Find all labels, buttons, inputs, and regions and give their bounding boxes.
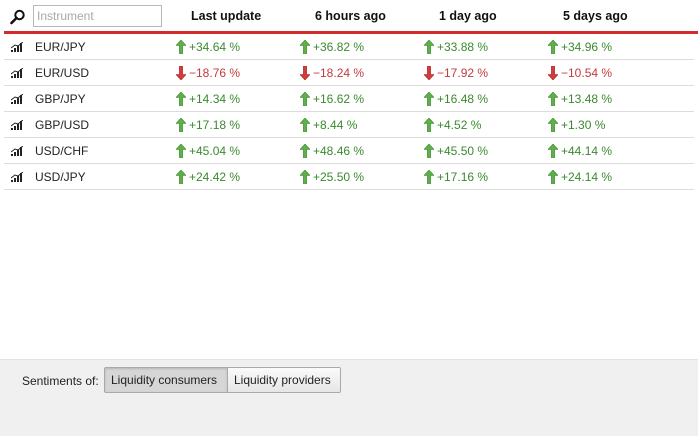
- arrow-up-icon: [176, 144, 186, 158]
- sentiment-value: +13.48 %: [561, 92, 613, 106]
- arrow-up-icon: [176, 92, 186, 106]
- arrow-up-icon: [424, 118, 434, 132]
- column-header-1-day-ago[interactable]: 1 day ago: [439, 9, 497, 23]
- chart-bars-icon[interactable]: [11, 120, 23, 130]
- arrow-up-icon: [176, 118, 186, 132]
- column-header-last-update[interactable]: Last update: [191, 9, 261, 23]
- sentiment-value: +16.62 %: [313, 92, 365, 106]
- arrow-up-icon: [424, 92, 434, 106]
- sentiment-value: +17.18 %: [189, 118, 241, 132]
- arrow-up-icon: [300, 118, 310, 132]
- arrow-up-icon: [300, 40, 310, 54]
- sentiment-value: −17.92 %: [437, 66, 489, 80]
- chart-bars-icon[interactable]: [11, 172, 23, 182]
- arrow-up-icon: [424, 40, 434, 54]
- sentiment-value: +24.14 %: [561, 170, 613, 184]
- arrow-up-icon: [424, 144, 434, 158]
- arrow-up-icon: [176, 40, 186, 54]
- chart-bars-icon[interactable]: [11, 94, 23, 104]
- column-header-5-days-ago[interactable]: 5 days ago: [563, 9, 628, 23]
- column-header-6-hours-ago[interactable]: 6 hours ago: [315, 9, 386, 23]
- sentiment-value: +33.88 %: [437, 40, 489, 54]
- arrow-up-icon: [300, 144, 310, 158]
- instrument-name: EUR/JPY: [35, 40, 86, 54]
- arrow-up-icon: [300, 92, 310, 106]
- sentiment-value: −18.76 %: [189, 66, 241, 80]
- sentiment-table-body: EUR/JPY +34.64 % +36.82 % +33.88 % +34.96 % E…: [4, 34, 694, 190]
- table-header: Last update 6 hours ago 1 day ago 5 days…: [0, 0, 698, 34]
- sentiment-value: +1.30 %: [561, 118, 606, 132]
- arrow-up-icon: [548, 144, 558, 158]
- instrument-name: EUR/USD: [35, 66, 90, 80]
- table-row[interactable]: GBP/JPY +14.34 % +16.62 % +16.48 % +13.48 %: [4, 86, 694, 112]
- arrow-down-icon: [176, 66, 186, 80]
- sentiment-value: +34.64 %: [189, 40, 241, 54]
- search-icon[interactable]: [10, 9, 26, 25]
- arrow-up-icon: [548, 40, 558, 54]
- sentiments-label: Sentiments of:: [22, 374, 99, 388]
- instrument-name: GBP/USD: [35, 118, 90, 132]
- arrow-up-icon: [548, 170, 558, 184]
- sentiment-value: +24.42 %: [189, 170, 241, 184]
- footer-panel: Sentiments of: Liquidity consumers Liqui…: [0, 359, 698, 436]
- sentiment-value: +36.82 %: [313, 40, 365, 54]
- sentiment-value: −18.24 %: [313, 66, 365, 80]
- sentiment-value: +16.48 %: [437, 92, 489, 106]
- arrow-up-icon: [548, 92, 558, 106]
- sentiment-value: −10.54 %: [561, 66, 613, 80]
- instrument-name: USD/JPY: [35, 170, 86, 184]
- liquidity-consumers-button[interactable]: Liquidity consumers: [104, 367, 228, 393]
- arrow-up-icon: [424, 170, 434, 184]
- sentiment-value: +45.04 %: [189, 144, 241, 158]
- table-row[interactable]: USD/JPY +24.42 % +25.50 % +17.16 % +24.14 %: [4, 164, 694, 190]
- table-row[interactable]: USD/CHF +45.04 % +48.46 % +45.50 % +44.14 %: [4, 138, 694, 164]
- liquidity-providers-button[interactable]: Liquidity providers: [227, 367, 341, 393]
- sentiment-value: +45.50 %: [437, 144, 489, 158]
- arrow-up-icon: [300, 170, 310, 184]
- sentiment-value: +17.16 %: [437, 170, 489, 184]
- instrument-name: GBP/JPY: [35, 92, 86, 106]
- arrow-down-icon: [424, 66, 434, 80]
- arrow-up-icon: [176, 170, 186, 184]
- chart-bars-icon[interactable]: [11, 146, 23, 156]
- arrow-down-icon: [548, 66, 558, 80]
- arrow-up-icon: [548, 118, 558, 132]
- table-row[interactable]: EUR/JPY +34.64 % +36.82 % +33.88 % +34.96 %: [4, 34, 694, 60]
- sentiment-value: +44.14 %: [561, 144, 613, 158]
- sentiment-value: +8.44 %: [313, 118, 358, 132]
- chart-bars-icon[interactable]: [11, 68, 23, 78]
- sentiment-value: +48.46 %: [313, 144, 365, 158]
- chart-bars-icon[interactable]: [11, 42, 23, 52]
- instrument-name: USD/CHF: [35, 144, 89, 158]
- sentiment-value: +25.50 %: [313, 170, 365, 184]
- instrument-search-input[interactable]: [33, 5, 162, 27]
- arrow-down-icon: [300, 66, 310, 80]
- table-row[interactable]: EUR/USD −18.76 % −18.24 % −17.92 % −10.54 %: [4, 60, 694, 86]
- sentiment-value: +14.34 %: [189, 92, 241, 106]
- sentiment-value: +34.96 %: [561, 40, 613, 54]
- sentiment-value: +4.52 %: [437, 118, 482, 132]
- table-row[interactable]: GBP/USD +17.18 % +8.44 % +4.52 % +1.30 %: [4, 112, 694, 138]
